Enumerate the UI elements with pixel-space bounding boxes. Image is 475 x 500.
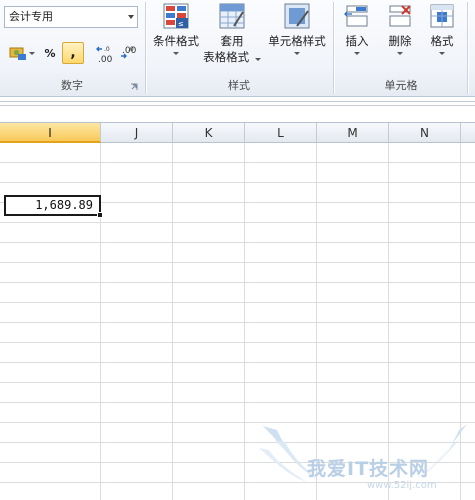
divider — [0, 101, 475, 102]
cells-group: 插入 删除 格式 单元格 — [334, 0, 468, 97]
insert-label: 插入 — [345, 34, 369, 48]
watermark-url: www.52ij.com — [367, 480, 437, 491]
insert-cells-icon — [344, 5, 368, 27]
active-cell-value: 1,689.89 — [35, 198, 93, 212]
gridline — [172, 143, 173, 500]
watermark-text: 我爱IT技术网 — [307, 458, 430, 480]
format-as-table-icon — [219, 3, 245, 29]
column-header-label: L — [277, 126, 284, 140]
formula-bar-area — [0, 98, 475, 120]
conditional-format-button[interactable]: ≤ 条件格式 — [148, 2, 204, 55]
format-as-table-label-2: 表格格式 — [202, 49, 262, 65]
comma-label: , — [70, 45, 76, 61]
percent-style-button[interactable]: % — [40, 42, 60, 64]
delete-label: 删除 — [388, 34, 412, 48]
cell-styles-label: 单元格样式 — [268, 34, 326, 48]
chevron-down-icon — [294, 52, 300, 55]
currency-icon — [9, 47, 26, 60]
column-header-n[interactable]: N — [389, 123, 461, 143]
active-cell[interactable]: 1,689.89 — [4, 195, 101, 216]
fill-handle[interactable] — [97, 212, 103, 218]
format-as-table-label-2-text: 表格格式 — [203, 50, 250, 64]
comma-style-button[interactable]: , — [62, 42, 84, 64]
number-format-combo[interactable]: 会计专用 — [4, 6, 138, 28]
chevron-down-icon — [173, 52, 179, 55]
column-header-label: I — [48, 126, 52, 140]
number-group: 会计专用 % , .0 .00 .0 .00 数字 — [0, 0, 144, 97]
cell-styles-button[interactable]: 单元格样式 — [264, 2, 330, 55]
dialog-launcher-icon[interactable] — [130, 83, 138, 91]
chevron-down-icon — [128, 15, 134, 19]
column-header-k[interactable]: K — [173, 123, 245, 143]
column-header-label: J — [134, 126, 139, 140]
ribbon: 会计专用 % , .0 .00 .0 .00 数字 ≤ 条件格式 套用 表格格式… — [0, 0, 475, 97]
divider — [0, 105, 475, 106]
column-headers: I J K L M N — [0, 122, 475, 143]
watermark: 我爱IT技术网 www.52ij.com — [255, 418, 475, 500]
increase-decimal-label: .00 — [98, 55, 113, 65]
column-header-label: K — [204, 126, 213, 140]
percent-label: % — [44, 46, 56, 60]
chevron-down-icon — [397, 52, 403, 55]
chevron-down-icon — [354, 52, 360, 55]
column-header-j[interactable]: J — [101, 123, 173, 143]
cell-styles-icon — [284, 3, 310, 29]
number-format-value: 会计专用 — [9, 10, 53, 23]
insert-button[interactable]: 插入 — [336, 2, 378, 55]
group-separator — [467, 2, 468, 94]
column-header-label: M — [347, 126, 358, 140]
column-header-label: N — [420, 126, 429, 140]
conditional-format-label: 条件格式 — [153, 34, 199, 48]
chevron-down-icon — [254, 58, 261, 61]
styles-group: ≤ 条件格式 套用 表格格式 单元格样式 样式 — [146, 0, 332, 97]
gridline — [244, 143, 245, 500]
column-header-l[interactable]: L — [245, 123, 317, 143]
delete-button[interactable]: 删除 — [380, 2, 420, 55]
delete-cells-icon — [389, 5, 411, 27]
svg-text:≤: ≤ — [178, 20, 184, 28]
currency-format-button[interactable] — [6, 42, 38, 64]
format-label: 格式 — [430, 34, 454, 48]
number-group-label: 数字 — [61, 79, 83, 92]
column-header-i[interactable]: I — [0, 123, 101, 143]
cells-group-label: 单元格 — [384, 79, 418, 92]
conditional-format-icon: ≤ — [163, 3, 189, 29]
format-cells-icon — [430, 4, 454, 28]
chevron-down-icon — [29, 51, 35, 55]
svg-text:.0: .0 — [104, 46, 110, 53]
format-as-table-label-1: 套用 — [220, 34, 244, 48]
chevron-down-icon — [439, 52, 445, 55]
format-button[interactable]: 格式 — [422, 2, 462, 55]
styles-group-label: 样式 — [228, 79, 250, 92]
decrease-decimal-label: .00 — [122, 46, 137, 56]
format-as-table-button[interactable]: 套用 表格格式 — [202, 2, 262, 65]
column-header-m[interactable]: M — [317, 123, 389, 143]
